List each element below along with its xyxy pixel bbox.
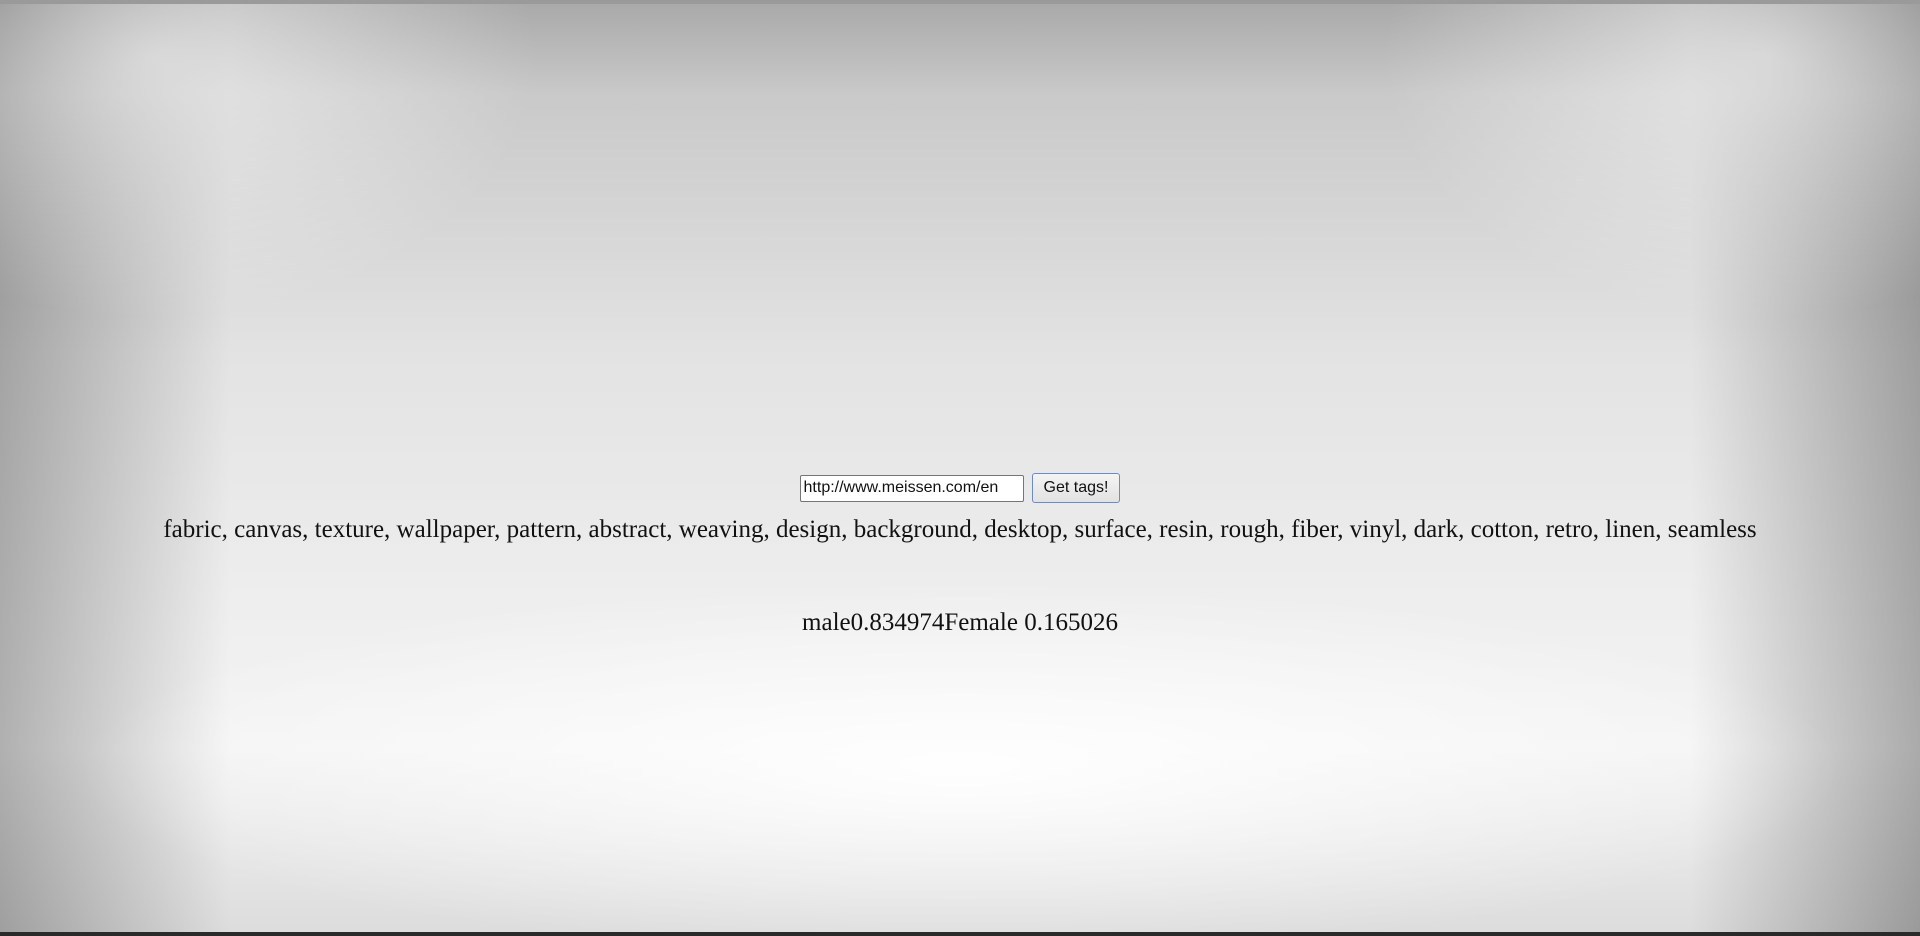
bottom-border	[0, 932, 1920, 936]
get-tags-button[interactable]: Get tags!	[1031, 473, 1121, 503]
top-border	[0, 0, 1920, 4]
gender-result: male0.834974Female 0.165026	[802, 609, 1118, 636]
tags-result: fabric, canvas, texture, wallpaper, patt…	[163, 516, 1757, 543]
url-form: Get tags!	[0, 473, 1920, 503]
url-input[interactable]	[799, 474, 1024, 502]
